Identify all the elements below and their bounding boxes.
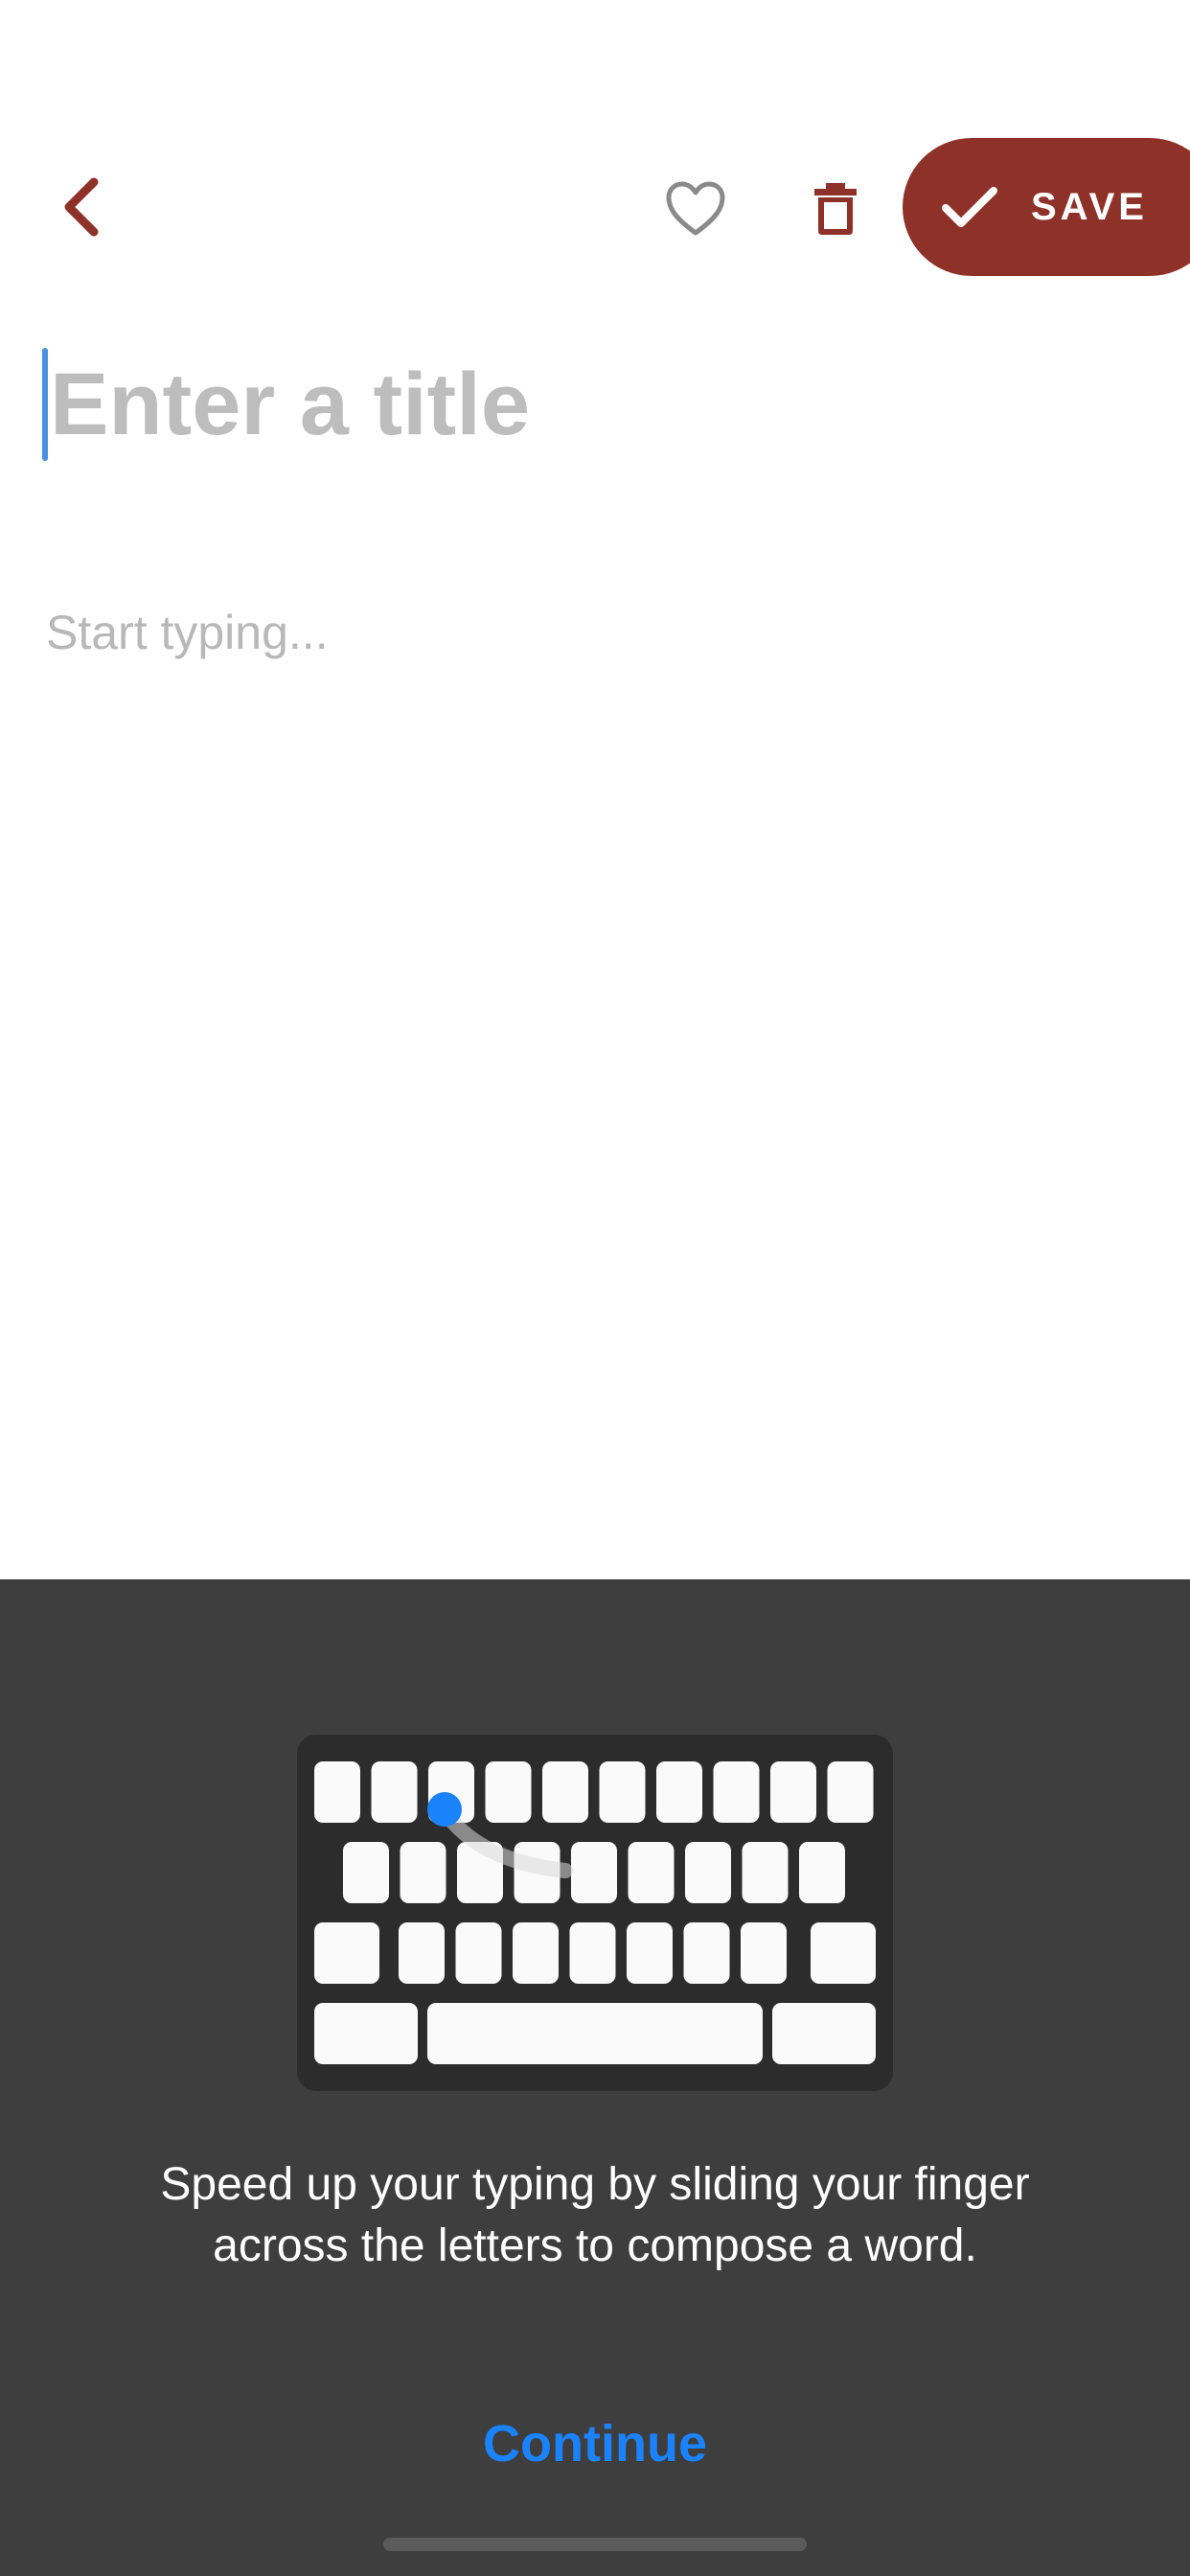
save-label: SAVE xyxy=(1031,185,1148,228)
favorite-button[interactable] xyxy=(655,169,736,249)
keyboard-key xyxy=(685,1842,731,1903)
continue-button[interactable]: Continue xyxy=(403,2405,787,2482)
keyboard-key xyxy=(811,1922,876,1984)
keyboard-key xyxy=(683,1922,730,1984)
chevron-left-icon xyxy=(64,177,99,237)
note-editor-screen: SAVE Enter a title Start typing... Speed… xyxy=(0,0,1190,2576)
body-input[interactable]: Start typing... xyxy=(46,604,329,661)
keyboard-key xyxy=(656,1761,702,1823)
keyboard-key xyxy=(399,1922,445,1984)
tip-message: Speed up your typing by sliding your fin… xyxy=(160,2159,1030,2271)
keyboard-key xyxy=(314,1922,379,1984)
keyboard-key xyxy=(713,1761,760,1823)
keyboard-key xyxy=(569,1922,616,1984)
keyboard-key xyxy=(599,1761,646,1823)
title-input[interactable]: Enter a title xyxy=(42,347,1144,462)
keyboard-key xyxy=(427,2003,763,2064)
keyboard-key xyxy=(772,2003,876,2064)
keyboard-key xyxy=(314,1761,360,1823)
keyboard-key xyxy=(513,1922,559,1984)
keyboard-key xyxy=(343,1842,389,1903)
keyboard-key xyxy=(827,1761,874,1823)
back-button[interactable] xyxy=(46,163,115,251)
keyboard-key xyxy=(400,1842,446,1903)
save-button[interactable]: SAVE xyxy=(903,138,1190,276)
keyboard-key xyxy=(571,1842,617,1903)
home-indicator xyxy=(383,2538,807,2551)
keyboard-key xyxy=(742,1842,789,1903)
keyboard-key xyxy=(455,1922,502,1984)
check-icon xyxy=(941,178,998,236)
trash-icon xyxy=(814,183,857,235)
keyboard-key xyxy=(628,1842,675,1903)
keyboard-key xyxy=(627,1922,673,1984)
keyboard-key xyxy=(371,1761,418,1823)
slide-to-type-sheet: Speed up your typing by sliding your fin… xyxy=(0,1579,1190,2576)
keyboard-key xyxy=(542,1761,588,1823)
slide-to-type-keyboard-illustration xyxy=(297,1735,893,2091)
heart-outline-icon xyxy=(666,181,725,236)
delete-button[interactable] xyxy=(795,169,876,249)
title-placeholder: Enter a title xyxy=(50,356,531,453)
keyboard-key xyxy=(799,1842,845,1903)
keyboard-key xyxy=(741,1922,787,1984)
keyboard-key xyxy=(485,1761,532,1823)
keyboard-key xyxy=(770,1761,816,1823)
text-caret xyxy=(42,348,48,461)
keyboard-key xyxy=(314,2003,418,2064)
